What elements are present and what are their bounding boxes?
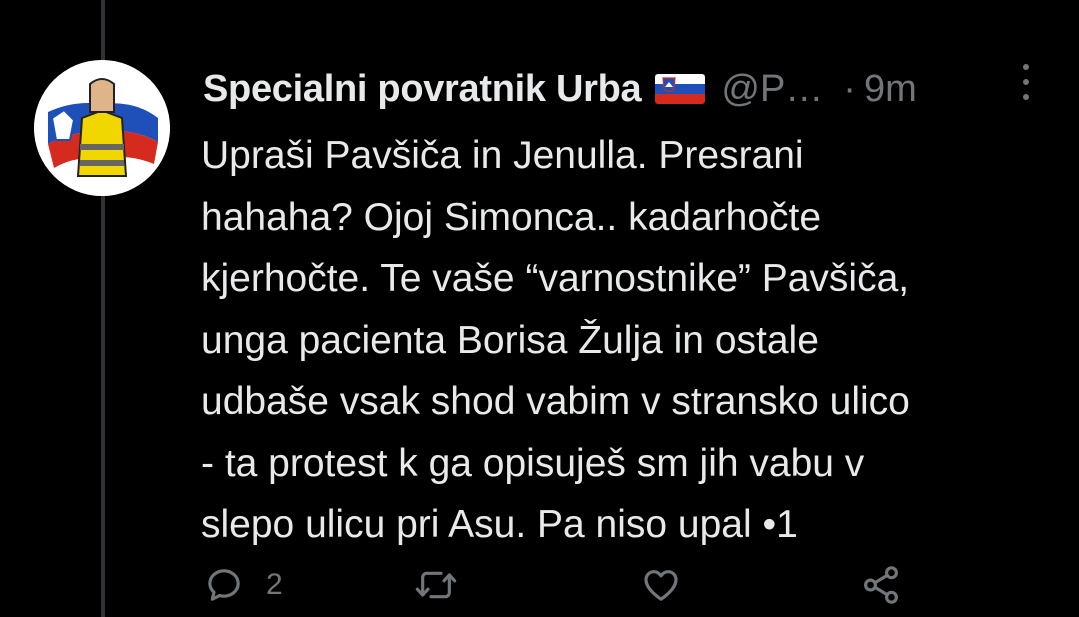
share-button[interactable] xyxy=(860,560,902,610)
like-icon xyxy=(644,570,678,601)
display-name[interactable]: Specialni povratnik Urba xyxy=(203,68,642,111)
tweet-text-line: hahaha? Ojoj Simonca.. kadarhočte xyxy=(201,195,822,239)
tweet-text-line: udbaše vsak shod vabim v stransko ulico xyxy=(201,380,910,423)
reply-icon xyxy=(208,569,240,601)
tweet-header: Specialni povratnik Urba @P… · 9m xyxy=(203,64,1043,114)
tweet-text: Upraši Pavšiča in Jenulla. Presrani haha… xyxy=(201,125,1061,556)
reply-button[interactable]: 2 xyxy=(204,560,283,610)
more-options-icon[interactable] xyxy=(1016,64,1036,100)
separator-dot: · xyxy=(843,67,856,110)
reply-count: 2 xyxy=(266,568,283,601)
timestamp[interactable]: 9m xyxy=(864,68,917,111)
user-handle[interactable]: @P… xyxy=(721,68,823,111)
retweet-icon xyxy=(415,571,457,599)
slovenia-flag-icon xyxy=(655,74,706,104)
retweet-button[interactable] xyxy=(414,560,458,610)
tweet-actions: 2 xyxy=(200,560,1040,610)
tweet-text-line: unga pacienta Borisa Žulja in ostale xyxy=(201,318,819,362)
avatar-image xyxy=(34,60,170,196)
tweet-text-line: Upraši Pavšiča in Jenulla. Presrani xyxy=(201,134,804,177)
tweet-text-line: slepo ulicu pri Asu. Pa niso upal •1 xyxy=(201,503,798,546)
like-button[interactable] xyxy=(640,560,682,610)
share-icon xyxy=(864,566,898,604)
tweet-text-line: - ta protest k ga opisuješ sm jih vabu v xyxy=(201,441,865,485)
avatar[interactable] xyxy=(34,60,170,196)
tweet-text-line: kjerhočte. Te vaše “varnostnike” Pavšiča… xyxy=(201,257,910,300)
